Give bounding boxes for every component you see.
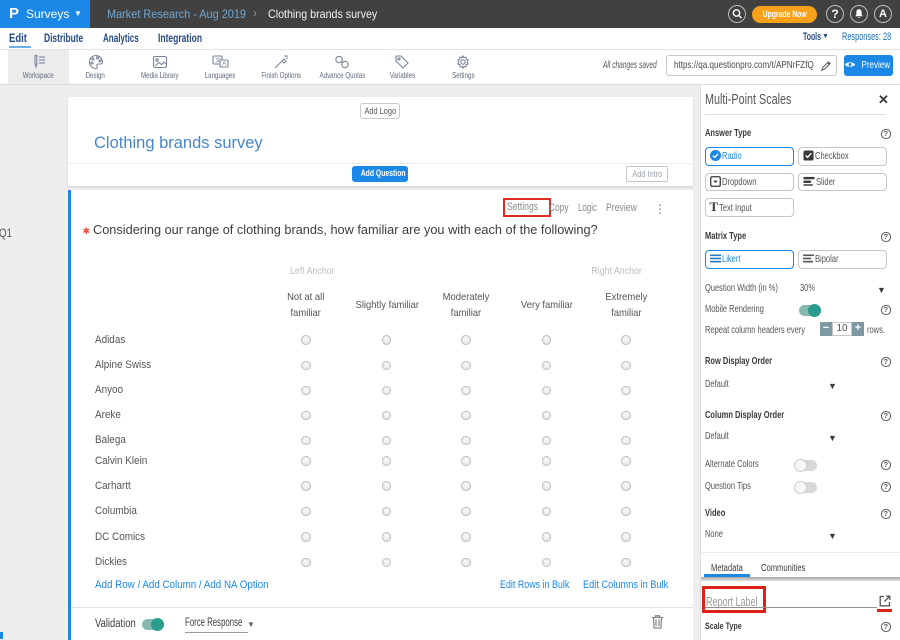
svg-text:文: 文: [215, 57, 221, 65]
svg-text:A: A: [222, 62, 226, 68]
